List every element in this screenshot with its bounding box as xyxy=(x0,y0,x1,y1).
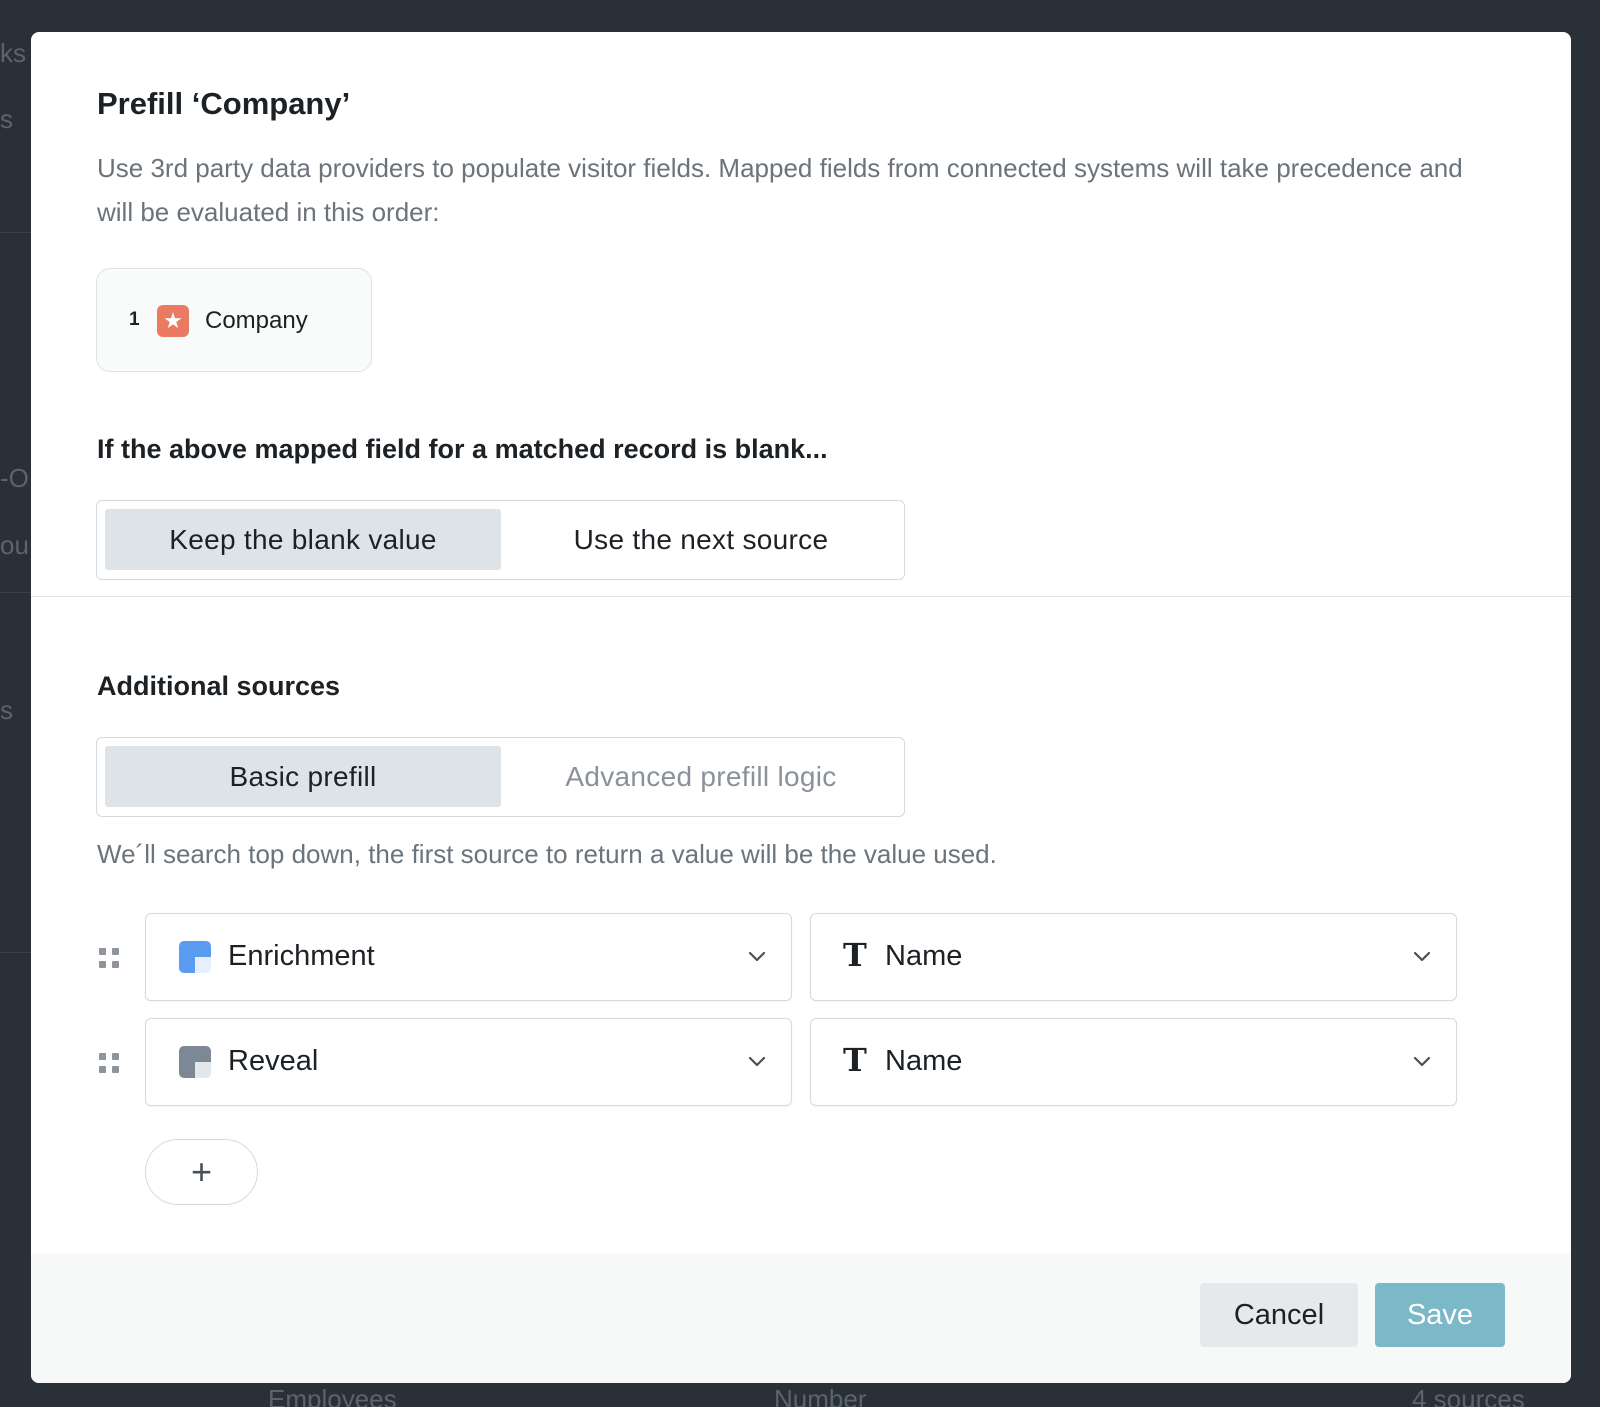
source-select[interactable]: Enrichment xyxy=(145,913,792,1001)
prefill-mode-toggle: Basic prefill Advanced prefill logic xyxy=(96,737,905,817)
background-text-fragment: ou xyxy=(0,530,29,560)
background-text-fragment: s xyxy=(0,695,13,725)
blank-behavior-toggle: Keep the blank value Use the next source xyxy=(96,500,905,580)
mapped-section: Prefill ‘Company’ Use 3rd party data pro… xyxy=(31,32,1571,596)
source-name: Enrichment xyxy=(228,940,375,972)
background-divider xyxy=(0,592,31,593)
add-source-button[interactable]: + xyxy=(145,1139,258,1205)
section-divider xyxy=(31,596,1571,597)
additional-sources-heading: Additional sources xyxy=(97,671,341,701)
use-next-source-option[interactable]: Use the next source xyxy=(503,509,899,570)
chevron-down-icon xyxy=(748,1056,766,1067)
reveal-icon xyxy=(179,1046,211,1078)
chevron-down-icon xyxy=(748,951,766,962)
background-employees-row: Employees xyxy=(268,1384,397,1407)
background-divider xyxy=(0,232,31,233)
basic-prefill-option[interactable]: Basic prefill xyxy=(105,746,501,807)
source-order-number: 1 xyxy=(129,309,140,330)
background-divider xyxy=(0,952,31,953)
cancel-button[interactable]: Cancel xyxy=(1200,1283,1358,1347)
source-select[interactable]: Reveal xyxy=(145,1018,792,1106)
keep-blank-option[interactable]: Keep the blank value xyxy=(105,509,501,570)
field-name: Name xyxy=(885,940,963,972)
drag-handle-icon[interactable] xyxy=(99,1053,119,1073)
chevron-down-icon xyxy=(1413,1056,1431,1067)
blank-behavior-heading: If the above mapped field for a matched … xyxy=(97,434,828,464)
prefill-modal: Prefill ‘Company’ Use 3rd party data pro… xyxy=(31,32,1571,1383)
enrichment-icon xyxy=(179,941,211,973)
background-text-fragment: ks xyxy=(0,38,26,68)
text-type-icon: T xyxy=(843,936,867,974)
field-select[interactable]: T Name xyxy=(810,1018,1457,1106)
field-name: Name xyxy=(885,1045,963,1077)
source-row: Enrichment T Name xyxy=(31,913,1571,1001)
modal-title: Prefill ‘Company’ xyxy=(97,86,351,121)
advanced-prefill-option[interactable]: Advanced prefill logic xyxy=(503,746,899,807)
company-logo-icon: ★ xyxy=(157,305,189,337)
source-row: Reveal T Name xyxy=(31,1018,1571,1106)
background-text-fragment: -O xyxy=(0,463,29,493)
background-sources-cell: 4 sources xyxy=(1412,1384,1525,1407)
drag-handle-icon[interactable] xyxy=(99,948,119,968)
save-button[interactable]: Save xyxy=(1375,1283,1505,1347)
text-type-icon: T xyxy=(843,1041,867,1079)
modal-description: Use 3rd party data providers to populate… xyxy=(97,153,1463,227)
mapped-source-card[interactable]: 1 ★ Company xyxy=(96,268,372,372)
chevron-down-icon xyxy=(1413,951,1431,962)
search-order-hint: We´ll search top down, the first source … xyxy=(97,839,997,869)
source-name: Reveal xyxy=(228,1045,319,1077)
modal-footer: Cancel Save xyxy=(31,1253,1571,1383)
background-text-fragment: s xyxy=(0,104,13,134)
field-select[interactable]: T Name xyxy=(810,913,1457,1001)
background-type-cell: Number xyxy=(774,1384,867,1407)
mapped-source-label: Company xyxy=(205,307,308,334)
